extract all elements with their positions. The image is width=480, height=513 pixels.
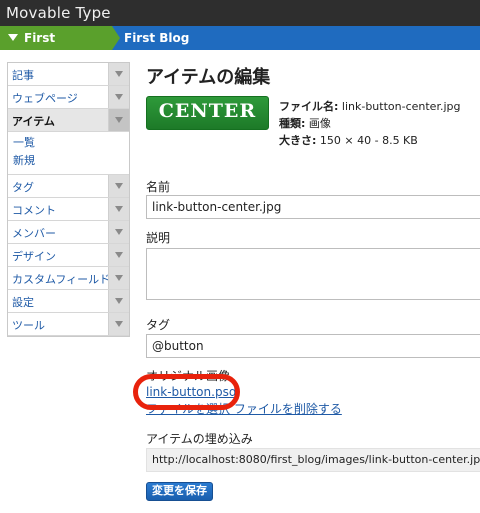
description-label: 説明 xyxy=(146,231,171,245)
sidebar-item-entries[interactable]: 記事 xyxy=(8,63,129,86)
breadcrumb-separator xyxy=(112,26,120,50)
tags-label: タグ xyxy=(146,318,171,332)
tags-field[interactable]: @button xyxy=(146,334,480,358)
sidebar-item-pages[interactable]: ウェブページ xyxy=(8,86,129,109)
meta-size-label: 大きさ: xyxy=(279,134,317,147)
sidebar-item-comments[interactable]: コメント xyxy=(8,198,129,221)
chevron-down-icon xyxy=(8,34,18,41)
chevron-down-icon[interactable] xyxy=(108,313,129,335)
sidebar-item-label: カスタムフィールド xyxy=(12,273,111,286)
sidebar-item-label: デザイン xyxy=(12,250,56,263)
chevron-down-icon[interactable] xyxy=(108,175,129,197)
sidebar-item-label: アイテム xyxy=(12,115,55,128)
sidebar-subitem-list[interactable]: 一覧 xyxy=(8,134,129,152)
meta-size-value: 150 × 40 - 8.5 KB xyxy=(319,134,418,147)
meta-filename: ファイル名: link-button-center.jpg xyxy=(279,98,460,115)
sidebar-item-tools[interactable]: ツール xyxy=(8,313,129,336)
asset-thumbnail: CENTER xyxy=(146,96,269,130)
sidebar-item-assets[interactable]: アイテム xyxy=(8,109,129,132)
breadcrumb: First Website First Blog xyxy=(0,26,480,69)
chevron-down-icon[interactable] xyxy=(108,109,129,131)
sidebar-item-label: コメント xyxy=(12,204,56,217)
sidebar-item-custom-fields[interactable]: カスタムフィールド xyxy=(8,267,129,290)
sidebar-item-label: 記事 xyxy=(12,69,34,82)
meta-filename-value: link-button-center.jpg xyxy=(341,100,461,113)
annotation-highlight xyxy=(133,374,240,410)
sidebar-menu: 記事 ウェブページ アイテム 一覧 新規 タグ コメント メンバー デザイン カ… xyxy=(7,62,130,337)
sidebar-item-design[interactable]: デザイン xyxy=(8,244,129,267)
sidebar-item-members[interactable]: メンバー xyxy=(8,221,129,244)
sidebar-item-label: ツール xyxy=(12,319,45,332)
save-button[interactable]: 変更を保存 xyxy=(146,482,213,501)
app-logo: Movable Type xyxy=(6,4,111,22)
asset-meta: ファイル名: link-button-center.jpg 種類: 画像 大きさ… xyxy=(279,98,460,149)
meta-type-value: 画像 xyxy=(308,117,331,130)
sidebar-item-label: タグ xyxy=(12,181,34,194)
top-bar: Movable Type xyxy=(0,0,480,26)
sidebar-item-label: メンバー xyxy=(12,227,56,240)
breadcrumb-website[interactable]: First Website xyxy=(0,26,112,69)
chevron-down-icon[interactable] xyxy=(108,267,129,289)
chevron-down-icon[interactable] xyxy=(108,221,129,243)
chevron-down-icon[interactable] xyxy=(108,86,129,108)
sidebar-item-settings[interactable]: 設定 xyxy=(8,290,129,313)
thumbnail-text: CENTER xyxy=(158,100,257,122)
sidebar-item-label: ウェブページ xyxy=(12,92,78,105)
chevron-down-icon[interactable] xyxy=(108,290,129,312)
embed-url-field[interactable]: http://localhost:8080/first_blog/images/… xyxy=(146,448,480,472)
breadcrumb-blog[interactable]: First Blog xyxy=(124,26,189,50)
meta-filename-label: ファイル名: xyxy=(279,100,339,113)
sidebar-item-label: 設定 xyxy=(12,296,34,309)
embed-label: アイテムの埋め込み xyxy=(146,432,253,446)
page-title: アイテムの編集 xyxy=(146,67,271,88)
sidebar-subitem-new[interactable]: 新規 xyxy=(8,152,129,170)
sidebar-submenu-assets: 一覧 新規 xyxy=(8,132,129,175)
meta-size: 大きさ: 150 × 40 - 8.5 KB xyxy=(279,132,460,149)
meta-type-label: 種類: xyxy=(279,117,306,130)
name-label: 名前 xyxy=(146,180,171,194)
meta-type: 種類: 画像 xyxy=(279,115,460,132)
chevron-down-icon[interactable] xyxy=(108,198,129,220)
sidebar-item-tags[interactable]: タグ xyxy=(8,175,129,198)
description-field[interactable] xyxy=(146,248,480,300)
chevron-down-icon[interactable] xyxy=(108,63,129,85)
chevron-down-icon[interactable] xyxy=(108,244,129,266)
name-field[interactable]: link-button-center.jpg xyxy=(146,195,480,219)
